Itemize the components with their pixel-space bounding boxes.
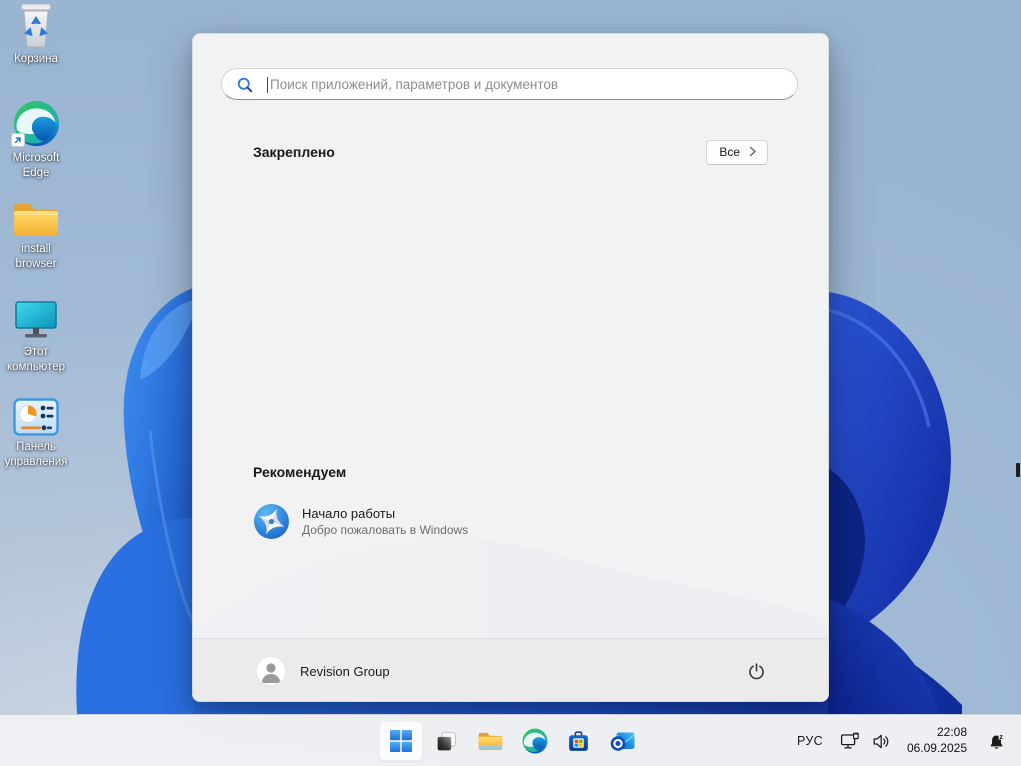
start-menu: Закреплено Все Рекомендуем bbox=[192, 33, 829, 702]
recommended-item-get-started[interactable]: Начало работы Добро пожаловать в Windows bbox=[241, 495, 541, 548]
desktop-icon-label: Панель управления bbox=[4, 441, 68, 468]
file-explorer-icon bbox=[478, 732, 503, 751]
volume-tray-button[interactable] bbox=[866, 721, 898, 761]
monitor-icon bbox=[13, 299, 59, 341]
desktop-icon-label: Microsoft Edge bbox=[12, 152, 60, 179]
recommended-section-title: Рекомендуем bbox=[253, 464, 347, 480]
search-icon bbox=[236, 76, 254, 99]
desktop-icon-install-browser[interactable]: install browser bbox=[0, 200, 72, 271]
notification-bell-button[interactable]: z bbox=[978, 721, 1015, 761]
taskbar-edge-button[interactable] bbox=[515, 721, 555, 761]
windows-logo-icon bbox=[389, 730, 412, 752]
user-avatar bbox=[257, 657, 285, 685]
edge-icon bbox=[522, 728, 547, 754]
desktop-icon-this-pc[interactable]: Этот компьютер bbox=[0, 299, 72, 374]
task-view-icon bbox=[437, 731, 456, 750]
taskbar-microsoft-store-button[interactable] bbox=[559, 721, 599, 761]
control-panel-icon bbox=[13, 398, 59, 436]
network-tray-button[interactable] bbox=[834, 721, 866, 761]
power-button[interactable] bbox=[740, 655, 772, 687]
recycle-bin-icon bbox=[16, 2, 56, 48]
clock-date-button[interactable]: 22:08 06.09.2025 bbox=[898, 721, 976, 761]
taskbar-file-explorer-button[interactable] bbox=[471, 721, 511, 761]
all-apps-button[interactable]: Все bbox=[706, 139, 768, 165]
start-menu-footer: Revision Group bbox=[193, 638, 828, 701]
language-indicator[interactable]: РУС bbox=[786, 721, 834, 761]
folder-icon bbox=[11, 200, 61, 238]
network-ethernet-icon bbox=[840, 732, 859, 748]
user-account-button[interactable]: Revision Group bbox=[249, 651, 398, 691]
shortcut-arrow-icon bbox=[10, 133, 25, 147]
taskbar-outlook-button[interactable] bbox=[603, 721, 643, 761]
pinned-section-title: Закреплено bbox=[253, 144, 335, 160]
desktop-icon-control-panel[interactable]: Панель управления bbox=[0, 398, 72, 469]
search-box[interactable] bbox=[221, 68, 798, 100]
tray-time: 22:08 bbox=[936, 725, 967, 740]
desktop-icon-label: install browser bbox=[15, 243, 57, 270]
recommended-item-subtitle: Добро пожаловать в Windows bbox=[302, 523, 469, 537]
desktop-icon-label: Корзина bbox=[14, 53, 58, 65]
taskbar-start-button[interactable] bbox=[378, 721, 423, 761]
search-input[interactable] bbox=[270, 69, 780, 99]
recommended-item-title: Начало работы bbox=[302, 506, 396, 521]
do-not-disturb-bell-icon: z bbox=[990, 732, 1006, 749]
taskbar-task-view-button[interactable] bbox=[427, 721, 467, 761]
svg-text:z: z bbox=[999, 732, 1003, 740]
get-started-icon bbox=[254, 504, 289, 539]
edge-icon bbox=[10, 100, 60, 147]
desktop-screen: Корзина Microsoft Edge install browser Э… bbox=[0, 0, 1021, 766]
tray-date: 06.09.2025 bbox=[906, 741, 967, 755]
power-icon bbox=[748, 662, 764, 679]
speaker-icon bbox=[873, 734, 889, 748]
screen-edge-mark bbox=[1016, 463, 1020, 477]
text-caret bbox=[267, 77, 268, 93]
desktop-icon-microsoft-edge[interactable]: Microsoft Edge bbox=[0, 100, 72, 180]
desktop-icon-label: Этот компьютер bbox=[7, 346, 65, 373]
desktop-icon-recycle-bin[interactable]: Корзина bbox=[0, 2, 72, 67]
user-name: Revision Group bbox=[300, 663, 390, 679]
outlook-icon bbox=[610, 732, 634, 751]
chevron-right-icon bbox=[749, 146, 756, 157]
taskbar: РУС 22:08 06.09.2025 z bbox=[0, 714, 1021, 766]
microsoft-store-icon bbox=[569, 730, 588, 751]
